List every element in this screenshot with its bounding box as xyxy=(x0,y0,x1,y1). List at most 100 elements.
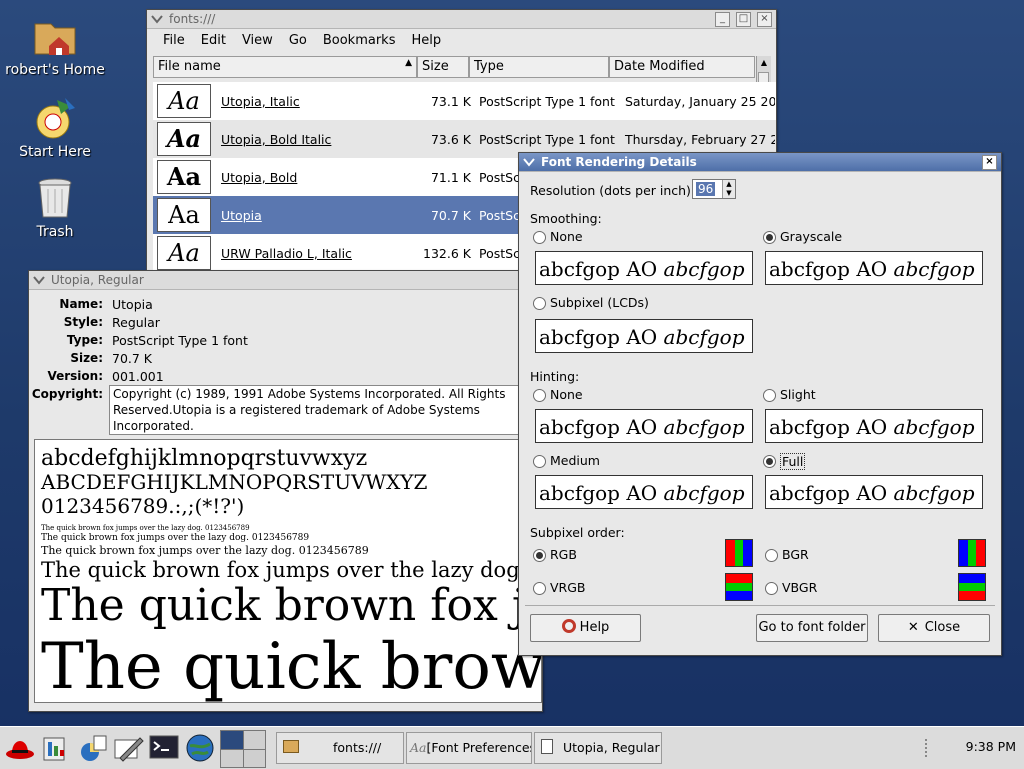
hinting-medium-radio[interactable] xyxy=(533,455,546,468)
menu-help[interactable]: Help xyxy=(403,33,449,48)
subpixel-bgr-label[interactable]: BGR xyxy=(782,547,809,562)
hinting-medium-label[interactable]: Medium xyxy=(550,453,600,468)
redhat-menu-icon[interactable] xyxy=(4,732,36,764)
hinting-full-label[interactable]: Full xyxy=(780,453,806,470)
document-icon xyxy=(541,739,553,754)
hinting-medium-demo: abcfgop AO abcfgop xyxy=(535,475,753,509)
file-name[interactable]: Utopia, Italic xyxy=(221,94,419,109)
column-header-size[interactable]: Size xyxy=(417,56,469,78)
taskbar-button-font-preferences[interactable]: Aa[Font Preferences] xyxy=(406,732,532,764)
font-preview-thumbnail: Aa xyxy=(157,198,211,232)
smoothing-none-radio[interactable] xyxy=(533,231,546,244)
smoothing-grayscale-label[interactable]: Grayscale xyxy=(780,229,842,244)
menu-view[interactable]: View xyxy=(234,33,281,48)
font-preview-thumbnail: Aa xyxy=(157,236,211,270)
font-sample-area: abcdefghijklmnopqrstuvwxyz ABCDEFGHIJKLM… xyxy=(34,439,542,703)
smoothing-none-label[interactable]: None xyxy=(550,229,583,244)
desktop-icon-start-here[interactable]: Start Here xyxy=(0,94,110,160)
dialog-titlebar[interactable]: Font Rendering Details × xyxy=(519,153,1001,172)
column-header-file-name[interactable]: File name ▲ xyxy=(153,56,417,78)
hinting-none-radio[interactable] xyxy=(533,389,546,402)
menu-bookmarks[interactable]: Bookmarks xyxy=(315,33,404,48)
scroll-up-arrow-icon[interactable]: ▲ xyxy=(757,56,771,70)
panel-clock[interactable]: 9:38 PM xyxy=(966,739,1016,754)
subpixel-rgb-label[interactable]: RGB xyxy=(550,547,577,562)
resolution-value[interactable]: 96 xyxy=(696,182,716,196)
size-key: Size: xyxy=(70,351,103,365)
subpixel-vrgb-radio[interactable] xyxy=(533,582,546,595)
close-button[interactable]: × xyxy=(757,12,772,27)
file-row[interactable]: Aa Utopia, Italic 73.1 K PostScript Type… xyxy=(153,82,776,120)
text-editor-launcher-icon[interactable] xyxy=(112,732,144,764)
file-type: PostScript Type 1 font xyxy=(479,93,615,109)
taskbar-button-utopia-regular[interactable]: Utopia, Regular xyxy=(534,732,662,764)
details-window-titlebar[interactable]: Utopia, Regular _ xyxy=(29,271,542,290)
maximize-button[interactable]: □ xyxy=(736,12,751,27)
menu-file[interactable]: File xyxy=(155,33,193,48)
file-name[interactable]: Utopia, Bold xyxy=(221,170,419,185)
file-type: PostScript Type 1 font xyxy=(479,131,615,147)
window-menu-icon[interactable] xyxy=(523,156,535,168)
resolution-label: Resolution (dots per inch): xyxy=(530,183,696,198)
close-button[interactable]: × xyxy=(982,155,997,170)
taskbar-button-fonts[interactable]: fonts:/// xyxy=(276,732,404,764)
minimize-button[interactable]: _ xyxy=(715,12,730,27)
help-button[interactable]: Help xyxy=(530,614,641,642)
spin-down-icon[interactable]: ▼ xyxy=(722,189,735,198)
window-menu-icon[interactable] xyxy=(33,274,45,286)
font-preview-thumbnail: Aa xyxy=(157,122,211,156)
desktop-icon-label: robert's Home xyxy=(5,62,105,78)
workspace-1[interactable] xyxy=(221,731,243,749)
file-date: Saturday, January 25 20 xyxy=(625,93,775,109)
smoothing-grayscale-radio[interactable] xyxy=(763,231,776,244)
window-title: Utopia, Regular xyxy=(51,273,144,287)
subpixel-vrgb-label[interactable]: VRGB xyxy=(550,580,586,595)
hinting-slight-label[interactable]: Slight xyxy=(780,387,816,402)
column-header-date[interactable]: Date Modified xyxy=(609,56,755,78)
hinting-full-radio[interactable] xyxy=(763,455,776,468)
workspace-switcher[interactable] xyxy=(220,730,266,768)
subpixel-vbgr-label[interactable]: VBGR xyxy=(782,580,817,595)
go-to-font-folder-button[interactable]: Go to font folder xyxy=(756,614,868,642)
smoothing-subpixel-label[interactable]: Subpixel (LCDs) xyxy=(550,295,649,310)
fonts-window-titlebar[interactable]: fonts:/// _ □ × xyxy=(147,10,776,29)
hinting-slight-demo: abcfgop AO abcfgop xyxy=(765,409,983,443)
file-name[interactable]: Utopia xyxy=(221,208,419,223)
file-name[interactable]: URW Palladio L, Italic xyxy=(221,246,419,261)
web-browser-launcher-icon[interactable] xyxy=(184,732,216,764)
close-dialog-button[interactable]: ✕ Close xyxy=(878,614,990,642)
workspace-2[interactable] xyxy=(243,731,265,749)
file-name[interactable]: Utopia, Bold Italic xyxy=(221,132,419,147)
smoothing-label: Smoothing: xyxy=(530,211,602,226)
menu-go[interactable]: Go xyxy=(281,33,315,48)
rgb-swatch-icon xyxy=(725,539,753,567)
workspace-4[interactable] xyxy=(243,749,265,767)
file-manager-launcher-icon[interactable] xyxy=(40,732,72,764)
column-header-type[interactable]: Type xyxy=(469,56,609,78)
file-size: 71.1 K xyxy=(430,169,471,185)
terminal-launcher-icon[interactable] xyxy=(148,732,180,764)
smoothing-subpixel-demo: abcfgop AO abcfgop xyxy=(535,319,753,353)
hinting-slight-radio[interactable] xyxy=(763,389,776,402)
workspace-3[interactable] xyxy=(221,749,243,767)
desktop-icon-home[interactable]: robert's Home xyxy=(0,12,110,78)
smoothing-grayscale-demo: abcfgop AO abcfgop xyxy=(765,251,983,285)
office-launcher-icon[interactable] xyxy=(76,732,108,764)
menu-edit[interactable]: Edit xyxy=(193,33,234,48)
sample-line-8pt: The quick brown fox jumps over the lazy … xyxy=(41,524,250,532)
subpixel-rgb-radio[interactable] xyxy=(533,549,546,562)
subpixel-bgr-radio[interactable] xyxy=(765,549,778,562)
hinting-none-label[interactable]: None xyxy=(550,387,583,402)
subpixel-order-label: Subpixel order: xyxy=(530,525,625,540)
panel-handle[interactable] xyxy=(925,739,935,757)
desktop-icon-trash[interactable]: Trash xyxy=(0,174,110,240)
style-key: Style: xyxy=(63,315,103,329)
version-value: 001.001 xyxy=(112,369,164,384)
spin-up-icon[interactable]: ▲ xyxy=(722,180,735,189)
resolution-spinbutton[interactable]: 96 ▲ ▼ xyxy=(692,179,736,199)
dialog-separator xyxy=(525,605,995,606)
smoothing-subpixel-radio[interactable] xyxy=(533,297,546,310)
bgr-swatch-icon xyxy=(958,539,986,567)
subpixel-vbgr-radio[interactable] xyxy=(765,582,778,595)
window-menu-icon[interactable] xyxy=(151,13,163,25)
